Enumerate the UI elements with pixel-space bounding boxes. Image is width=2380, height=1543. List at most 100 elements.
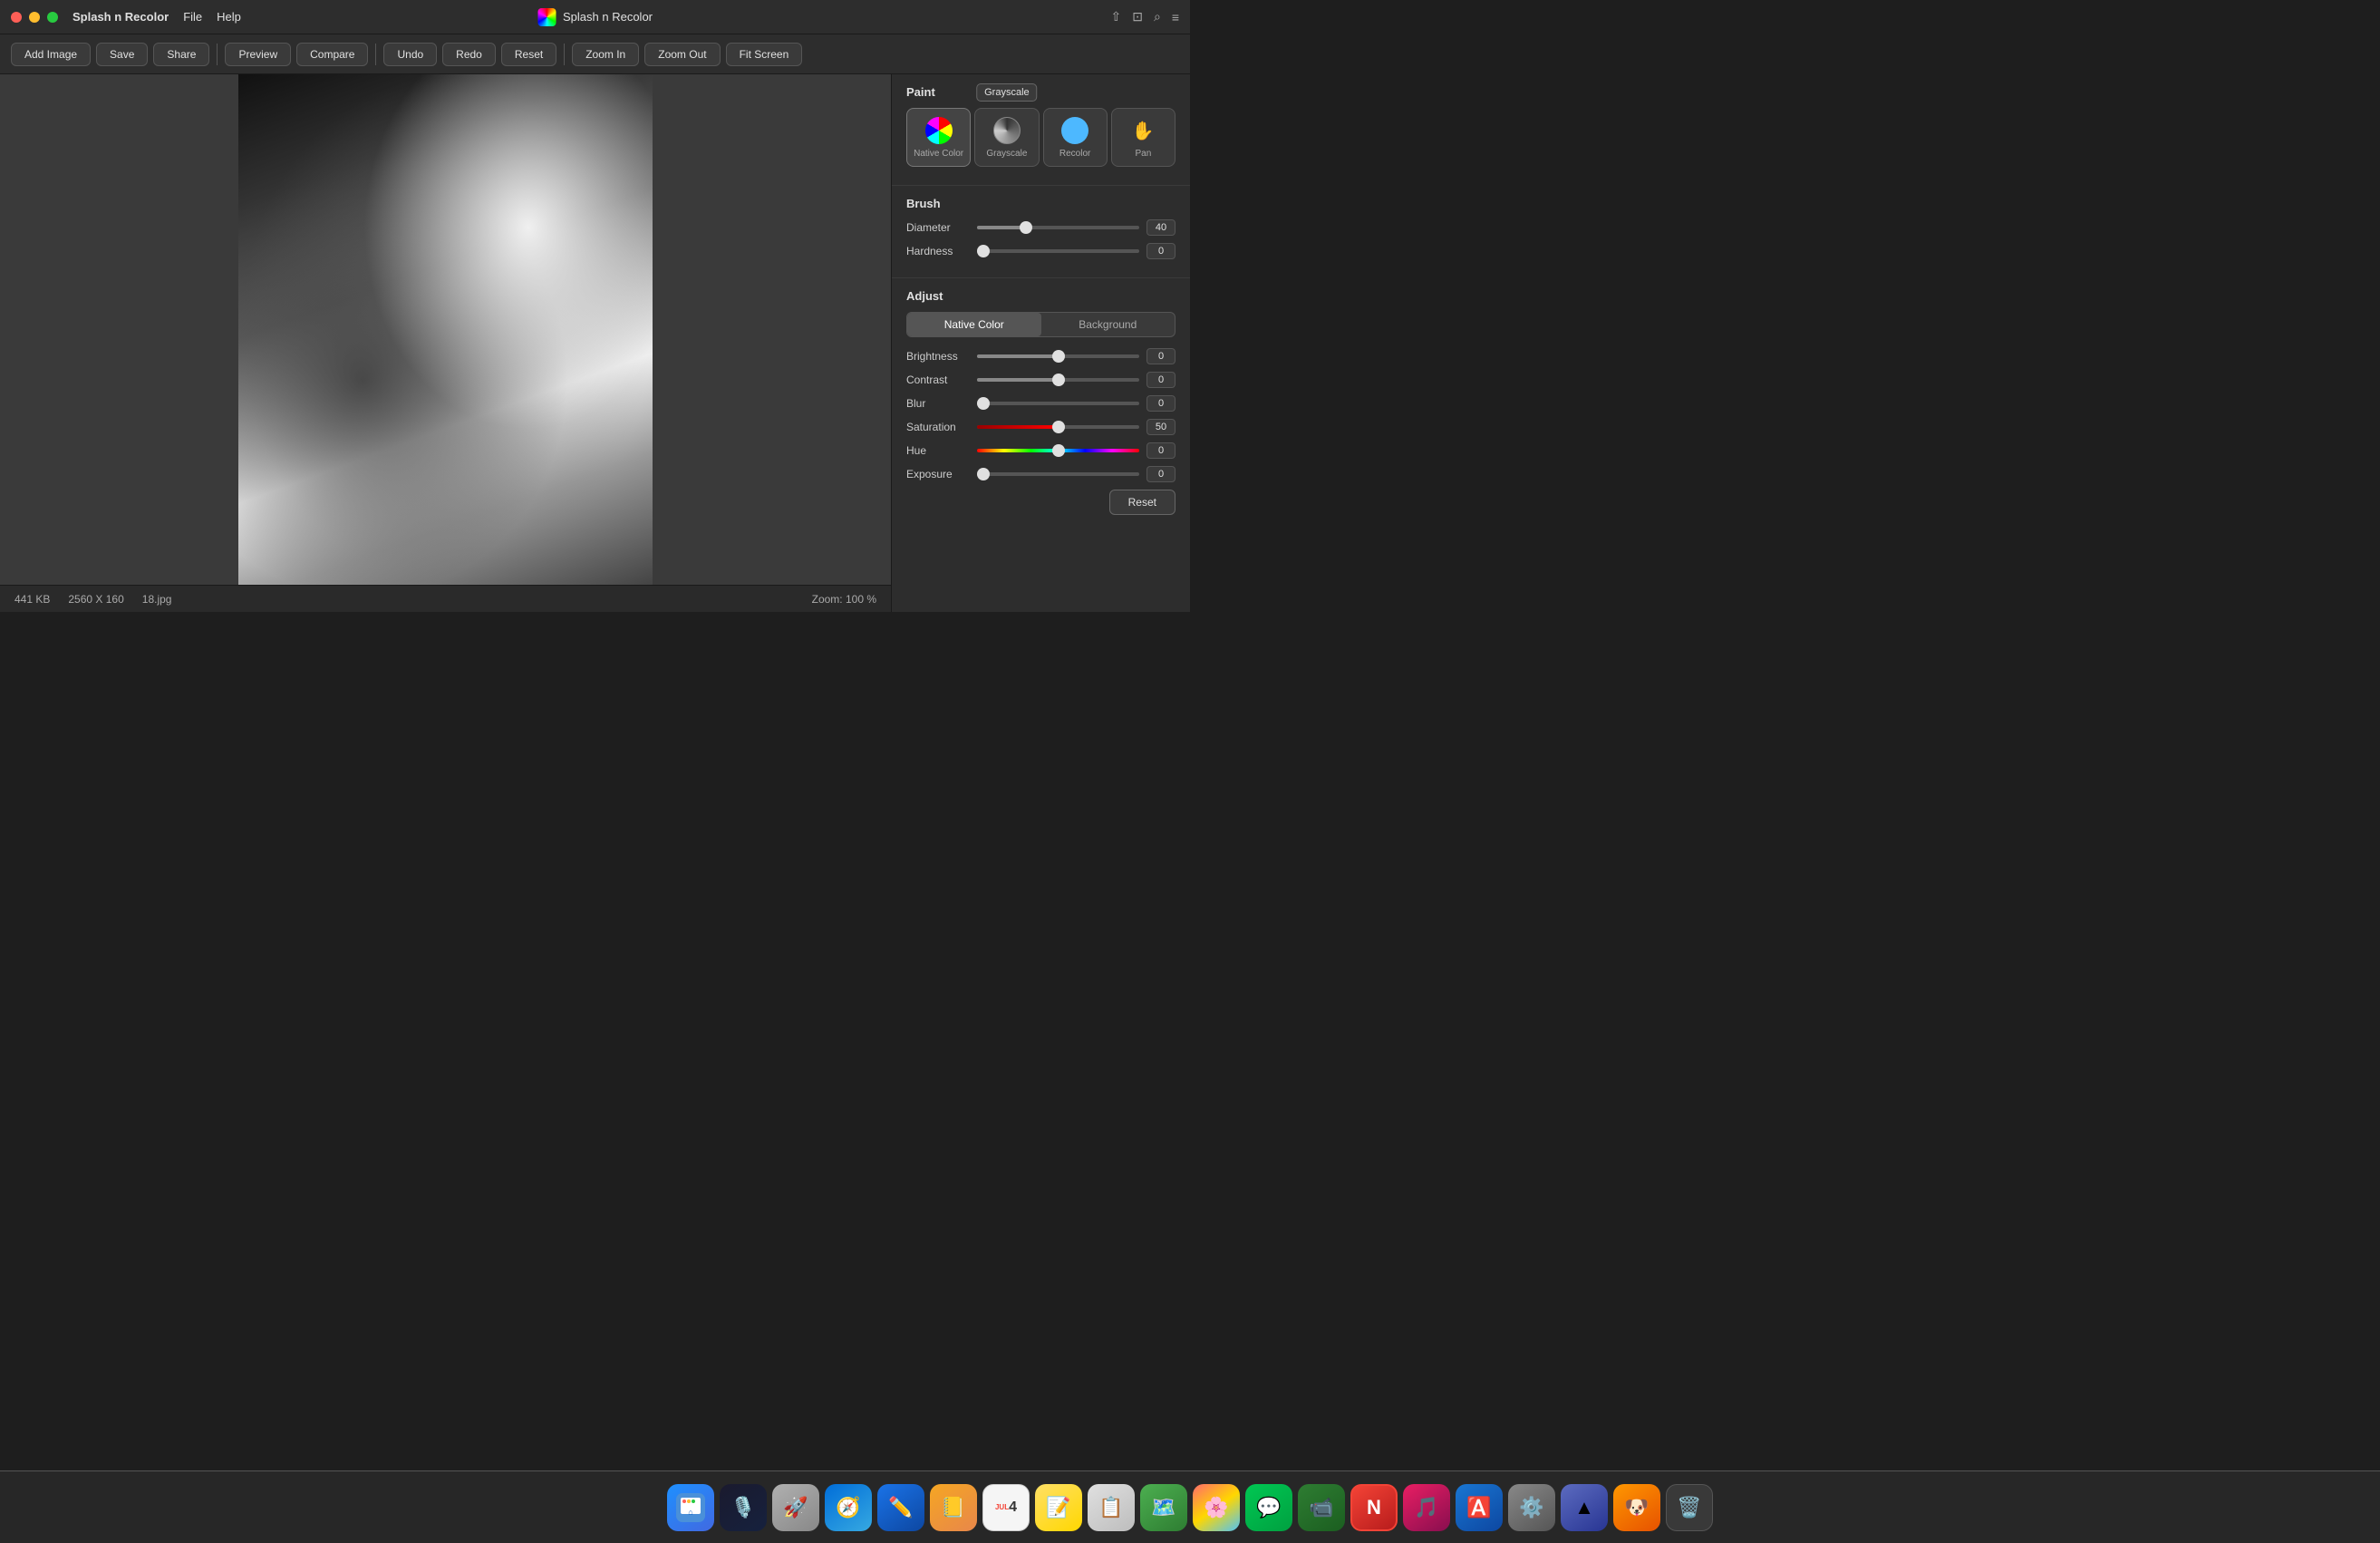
dock-messages[interactable]: 💬 (1245, 1484, 1292, 1531)
blur-label: Blur (906, 397, 970, 410)
dock-siri[interactable]: 🎙️ (720, 1484, 767, 1531)
dock-appstore[interactable]: 🅰️ (1456, 1484, 1503, 1531)
hue-thumb[interactable] (1052, 444, 1065, 457)
search-icon[interactable]: ⌕ (1154, 9, 1161, 24)
dock-systemprefs[interactable]: ⚙️ (1508, 1484, 1555, 1531)
paint-tools: Native Color Grayscale Grayscale (906, 108, 1175, 167)
dock-altair[interactable]: ▲ (1561, 1484, 1608, 1531)
menu-icon[interactable]: ≡ (1172, 10, 1179, 24)
dock-facetime[interactable]: 📹 (1298, 1484, 1345, 1531)
paint-title: Paint (906, 85, 1175, 99)
fit-screen-button[interactable]: Fit Screen (726, 43, 803, 66)
dock-calendar[interactable]: JUL 4 (982, 1484, 1030, 1531)
contrast-thumb[interactable] (1052, 374, 1065, 386)
dock-maps[interactable]: 🗺️ (1140, 1484, 1187, 1531)
hardness-thumb[interactable] (977, 245, 990, 257)
menu-file[interactable]: File (183, 10, 202, 24)
add-image-button[interactable]: Add Image (11, 43, 91, 66)
blur-value: 0 (1146, 395, 1175, 412)
window-title: Splash n Recolor (563, 10, 653, 24)
maximize-button[interactable] (47, 12, 58, 23)
preview-button[interactable]: Preview (225, 43, 291, 66)
dock-music[interactable]: 🎵 (1403, 1484, 1450, 1531)
dock-trash[interactable]: 🗑️ (1666, 1484, 1713, 1531)
canvas-area[interactable] (0, 74, 891, 585)
svg-text:⌂: ⌂ (688, 1508, 692, 1517)
pan-tool[interactable]: ✋ Pan (1111, 108, 1175, 167)
brightness-slider[interactable] (977, 354, 1139, 358)
dock-rocketeer[interactable]: 🚀 (772, 1484, 819, 1531)
hardness-value: 0 (1146, 243, 1175, 259)
blur-row: Blur 0 (906, 395, 1175, 412)
dock-pixelmator[interactable]: ✏️ (877, 1484, 924, 1531)
title-bar: Splash n Recolor File Help Splash n Reco… (0, 0, 1190, 34)
recolor-tool[interactable]: Recolor (1043, 108, 1108, 167)
reset-toolbar-button[interactable]: Reset (501, 43, 556, 66)
saturation-label: Saturation (906, 421, 970, 433)
save-button[interactable]: Save (96, 43, 148, 66)
diameter-row: Diameter 40 (906, 219, 1175, 236)
diameter-thumb[interactable] (1020, 221, 1032, 234)
contrast-value: 0 (1146, 372, 1175, 388)
brightness-row: Brightness 0 (906, 348, 1175, 364)
status-bar: 441 KB 2560 X 160 18.jpg Zoom: 100 % (0, 585, 891, 612)
brush-section: Brush Diameter 40 Hardness 0 (892, 186, 1190, 277)
dock-contacts[interactable]: 📒 (930, 1484, 977, 1531)
blur-slider[interactable] (977, 402, 1139, 405)
zoom-out-button[interactable]: Zoom Out (644, 43, 720, 66)
exposure-slider[interactable] (977, 472, 1139, 476)
menu-help[interactable]: Help (217, 10, 241, 24)
brightness-fill (977, 354, 1059, 358)
canvas-wrapper: 441 KB 2560 X 160 18.jpg Zoom: 100 % (0, 74, 891, 612)
hue-slider[interactable] (977, 449, 1139, 452)
grayscale-label: Grayscale (986, 149, 1027, 159)
share-icon[interactable]: ⇧ (1111, 9, 1122, 24)
grayscale-tooltip: Grayscale (976, 83, 1038, 102)
brightness-thumb[interactable] (1052, 350, 1065, 363)
dock-dogapp[interactable]: 🐶 (1613, 1484, 1660, 1531)
compare-button[interactable]: Compare (296, 43, 368, 66)
exposure-row: Exposure 0 (906, 466, 1175, 482)
dock-reminders[interactable]: 📋 (1088, 1484, 1135, 1531)
dock-finder[interactable]: ⌂ (667, 1484, 714, 1531)
saturation-thumb[interactable] (1052, 421, 1065, 433)
close-button[interactable] (11, 12, 22, 23)
brush-title: Brush (906, 197, 1175, 210)
dock-notes[interactable]: 📝 (1035, 1484, 1082, 1531)
native-color-tool[interactable]: Native Color (906, 108, 971, 167)
exposure-thumb[interactable] (977, 468, 990, 480)
blur-thumb[interactable] (977, 397, 990, 410)
toolbar-separator-1 (217, 44, 218, 65)
background-tab[interactable]: Background (1041, 313, 1175, 336)
diameter-value: 40 (1146, 219, 1175, 236)
dock-news[interactable]: N (1350, 1484, 1398, 1531)
zoom-level: Zoom: 100 % (812, 593, 876, 606)
hardness-label: Hardness (906, 245, 970, 257)
app-icon (537, 8, 556, 26)
hardness-slider[interactable] (977, 249, 1139, 253)
native-color-tab[interactable]: Native Color (907, 313, 1041, 336)
brightness-label: Brightness (906, 350, 970, 363)
window-title-area: Splash n Recolor (537, 8, 653, 26)
share-button[interactable]: Share (153, 43, 209, 66)
dock-safari[interactable]: 🧭 (825, 1484, 872, 1531)
contrast-fill (977, 378, 1059, 382)
grayscale-tool[interactable]: Grayscale Grayscale (974, 108, 1039, 167)
diameter-slider[interactable] (977, 226, 1139, 229)
contrast-row: Contrast 0 (906, 372, 1175, 388)
reset-adjust-button[interactable]: Reset (1109, 490, 1175, 515)
grayscale-icon (992, 116, 1021, 145)
zoom-in-button[interactable]: Zoom In (572, 43, 639, 66)
contrast-slider[interactable] (977, 378, 1139, 382)
image-container[interactable] (238, 74, 653, 585)
app-menu: Splash n Recolor File Help (73, 10, 241, 24)
minimize-button[interactable] (29, 12, 40, 23)
hue-row: Hue 0 (906, 442, 1175, 459)
redo-button[interactable]: Redo (442, 43, 496, 66)
undo-button[interactable]: Undo (383, 43, 437, 66)
saturation-slider[interactable] (977, 425, 1139, 429)
right-panel: Paint Native Color Grayscale Graysc (891, 74, 1190, 612)
diameter-fill (977, 226, 1026, 229)
display-icon[interactable]: ⊡ (1132, 9, 1143, 24)
dock-photos[interactable]: 🌸 (1193, 1484, 1240, 1531)
